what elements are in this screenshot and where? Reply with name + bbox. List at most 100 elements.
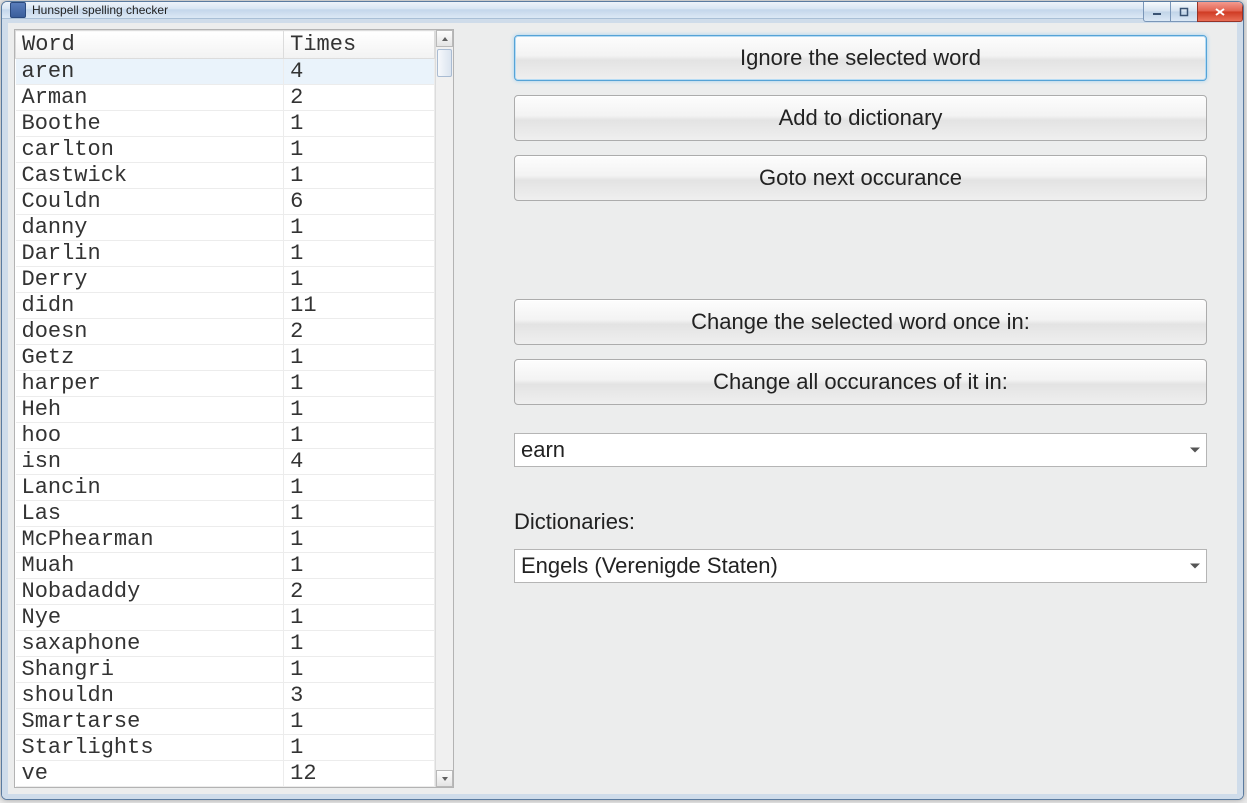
- table-scrollbar[interactable]: [435, 30, 453, 787]
- cell-times: 1: [284, 345, 435, 371]
- cell-word: Boothe: [16, 111, 284, 137]
- dictionaries-value: Engels (Verenigde Staten): [521, 553, 778, 579]
- table-row[interactable]: didn11: [16, 293, 435, 319]
- cell-times: 4: [284, 59, 435, 85]
- table-row[interactable]: Las1: [16, 501, 435, 527]
- add-to-dictionary-button[interactable]: Add to dictionary: [514, 95, 1207, 141]
- cell-word: Castwick: [16, 163, 284, 189]
- client-area: Word Times aren4Arman2Boothe1carlton1Cas…: [2, 19, 1243, 800]
- words-table-container: Word Times aren4Arman2Boothe1carlton1Cas…: [14, 29, 454, 788]
- table-row[interactable]: harper1: [16, 371, 435, 397]
- maximize-button[interactable]: [1170, 2, 1198, 22]
- table-row[interactable]: McPhearman1: [16, 527, 435, 553]
- table-row[interactable]: aren4: [16, 59, 435, 85]
- cell-word: Starlights: [16, 735, 284, 761]
- close-button[interactable]: [1197, 2, 1243, 22]
- scroll-thumb[interactable]: [437, 49, 452, 77]
- table-row[interactable]: Couldn6: [16, 189, 435, 215]
- app-window: Hunspell spelling checker Word: [1, 1, 1244, 800]
- table-row[interactable]: Shangri1: [16, 657, 435, 683]
- goto-next-button[interactable]: Goto next occurance: [514, 155, 1207, 201]
- minimize-button[interactable]: [1143, 2, 1171, 22]
- table-row[interactable]: Starlights1: [16, 735, 435, 761]
- cell-times: 1: [284, 137, 435, 163]
- cell-times: 4: [284, 449, 435, 475]
- cell-times: 3: [284, 683, 435, 709]
- cell-times: 1: [284, 553, 435, 579]
- actions-panel: Ignore the selected word Add to dictiona…: [514, 29, 1231, 788]
- cell-word: Darlin: [16, 241, 284, 267]
- cell-times: 1: [284, 215, 435, 241]
- dropdown-arrow-icon: [1190, 448, 1200, 453]
- change-once-button[interactable]: Change the selected word once in:: [514, 299, 1207, 345]
- cell-word: harper: [16, 371, 284, 397]
- cell-word: isn: [16, 449, 284, 475]
- cell-word: Smartarse: [16, 709, 284, 735]
- table-row[interactable]: shouldn3: [16, 683, 435, 709]
- cell-times: 1: [284, 371, 435, 397]
- table-row[interactable]: Nye1: [16, 605, 435, 631]
- table-row[interactable]: hoo1: [16, 423, 435, 449]
- cell-word: Heh: [16, 397, 284, 423]
- table-row[interactable]: Derry1: [16, 267, 435, 293]
- words-table[interactable]: Word Times aren4Arman2Boothe1carlton1Cas…: [15, 30, 435, 787]
- cell-word: saxaphone: [16, 631, 284, 657]
- table-row[interactable]: Nobadaddy2: [16, 579, 435, 605]
- cell-times: 1: [284, 397, 435, 423]
- dictionaries-combo[interactable]: Engels (Verenigde Staten): [514, 549, 1207, 583]
- cell-word: doesn: [16, 319, 284, 345]
- table-row[interactable]: isn4: [16, 449, 435, 475]
- cell-times: 12: [284, 761, 435, 787]
- column-header-word[interactable]: Word: [16, 31, 284, 59]
- maximize-icon: [1179, 7, 1189, 17]
- column-header-times[interactable]: Times: [284, 31, 435, 59]
- cell-times: 2: [284, 579, 435, 605]
- table-row[interactable]: carlton1: [16, 137, 435, 163]
- chevron-up-icon: [441, 35, 449, 43]
- table-row[interactable]: Muah1: [16, 553, 435, 579]
- table-row[interactable]: doesn2: [16, 319, 435, 345]
- cell-word: Nye: [16, 605, 284, 631]
- cell-word: Muah: [16, 553, 284, 579]
- cell-word: danny: [16, 215, 284, 241]
- cell-times: 1: [284, 527, 435, 553]
- scroll-up-button[interactable]: [436, 30, 453, 47]
- table-row[interactable]: Smartarse1: [16, 709, 435, 735]
- app-icon: [10, 2, 26, 18]
- dropdown-arrow-icon: [1190, 564, 1200, 569]
- cell-times: 1: [284, 111, 435, 137]
- cell-times: 2: [284, 319, 435, 345]
- table-row[interactable]: danny1: [16, 215, 435, 241]
- cell-word: ve: [16, 761, 284, 787]
- table-row[interactable]: Lancin1: [16, 475, 435, 501]
- cell-word: didn: [16, 293, 284, 319]
- table-row[interactable]: Boothe1: [16, 111, 435, 137]
- cell-word: Las: [16, 501, 284, 527]
- table-row[interactable]: saxaphone1: [16, 631, 435, 657]
- dictionaries-label: Dictionaries:: [514, 509, 1207, 535]
- cell-times: 1: [284, 709, 435, 735]
- table-row[interactable]: Darlin1: [16, 241, 435, 267]
- cell-times: 1: [284, 475, 435, 501]
- window-controls: [1144, 2, 1243, 22]
- ignore-button[interactable]: Ignore the selected word: [514, 35, 1207, 81]
- table-row[interactable]: Castwick1: [16, 163, 435, 189]
- scroll-down-button[interactable]: [436, 770, 453, 787]
- chevron-down-icon: [441, 775, 449, 783]
- table-row[interactable]: Heh1: [16, 397, 435, 423]
- words-panel: Word Times aren4Arman2Boothe1carlton1Cas…: [14, 29, 454, 788]
- table-row[interactable]: ve12: [16, 761, 435, 787]
- cell-word: McPhearman: [16, 527, 284, 553]
- change-all-button[interactable]: Change all occurances of it in:: [514, 359, 1207, 405]
- title-bar[interactable]: Hunspell spelling checker: [2, 2, 1243, 19]
- cell-word: Lancin: [16, 475, 284, 501]
- cell-word: hoo: [16, 423, 284, 449]
- cell-word: Derry: [16, 267, 284, 293]
- suggestion-combo[interactable]: earn: [514, 433, 1207, 467]
- cell-times: 6: [284, 189, 435, 215]
- cell-times: 11: [284, 293, 435, 319]
- cell-times: 1: [284, 605, 435, 631]
- cell-word: Arman: [16, 85, 284, 111]
- table-row[interactable]: Getz1: [16, 345, 435, 371]
- table-row[interactable]: Arman2: [16, 85, 435, 111]
